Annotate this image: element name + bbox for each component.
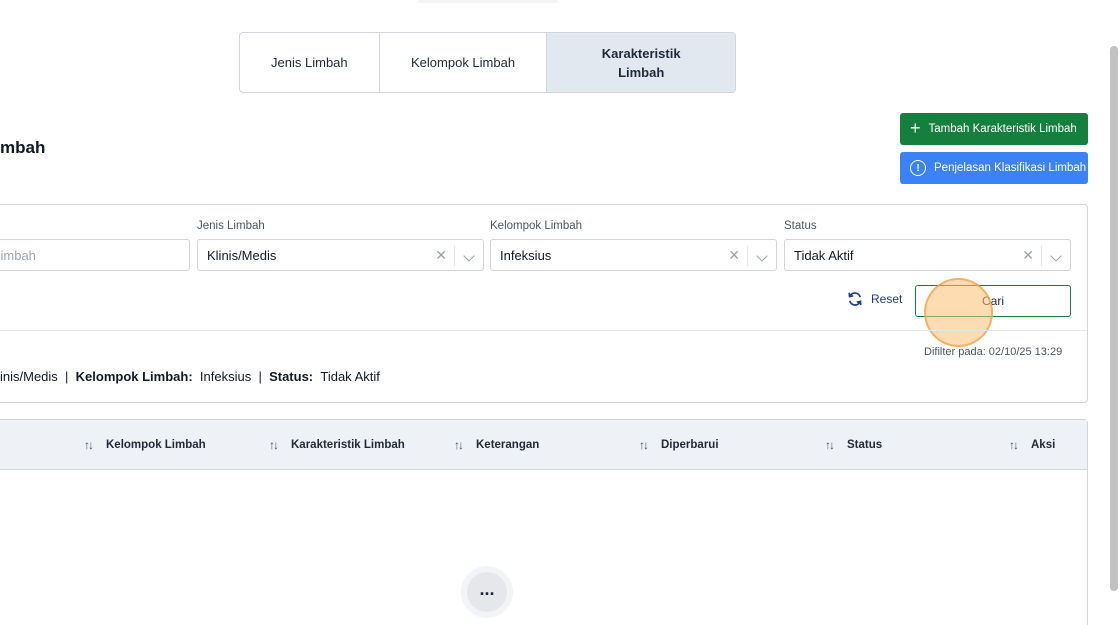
column-aksi[interactable]: ↑↓ Aksi — [1009, 438, 1055, 452]
kelompok-limbah-value: Infeksius — [500, 247, 552, 263]
active-filter-summary: inis/Medis | Kelompok Limbah: Infeksius … — [0, 369, 380, 384]
column-label: Aksi — [1031, 439, 1056, 451]
page-title: mbah — [0, 138, 46, 157]
summary-status-key: Status: — [269, 369, 314, 384]
clear-icon[interactable]: ✕ — [1022, 247, 1034, 264]
jenis-limbah-value: Klinis/Medis — [207, 247, 277, 263]
column-label: Karakteristik Limbah — [291, 439, 405, 451]
chevron-down-icon[interactable] — [756, 250, 768, 262]
column-status[interactable]: ↑↓ Status — [825, 438, 882, 452]
column-karakteristik-limbah[interactable]: ↑↓ Karakteristik Limbah — [269, 438, 405, 452]
plus-icon: + — [910, 118, 921, 138]
jenis-limbah-select[interactable]: Klinis/Medis ✕ — [197, 239, 484, 271]
tab-label: Karakteristik Limbah — [601, 45, 681, 80]
column-label: Status — [847, 439, 883, 451]
kelompok-limbah-select[interactable]: Infeksius ✕ — [490, 239, 777, 271]
sort-arrows-icon[interactable]: ↑↓ — [454, 438, 464, 452]
sort-arrows-icon[interactable]: ↑↓ — [825, 438, 835, 452]
status-value: Tidak Aktif — [794, 247, 854, 263]
column-label: Keterangan — [476, 439, 540, 451]
column-keterangan[interactable]: ↑↓ Keterangan — [454, 438, 539, 452]
search-button[interactable]: Cari — [915, 285, 1071, 317]
refresh-icon — [848, 292, 862, 306]
column-diperbarui[interactable]: ↑↓ Diperbarui — [639, 438, 719, 452]
top-indicator — [418, 0, 558, 3]
add-button-label: Tambah Karakteristik Limbah — [928, 123, 1077, 135]
add-characteristic-button[interactable]: + Tambah Karakteristik Limbah — [900, 113, 1088, 145]
clear-icon[interactable]: ✕ — [435, 247, 447, 264]
search-input[interactable]: tik limbah — [0, 239, 190, 271]
info-button-label: Penjelasan Klasifikasi Limbah — [934, 162, 1087, 174]
reset-label: Reset — [871, 292, 903, 306]
column-kelompok-limbah[interactable]: ↑↓ Kelompok Limbah — [84, 438, 206, 452]
select-separator — [1041, 246, 1042, 266]
search-placeholder: tik limbah — [0, 247, 36, 263]
sort-arrows-icon[interactable]: ↑↓ — [269, 438, 279, 452]
select-separator — [747, 246, 748, 266]
status-label: Status — [784, 220, 817, 232]
jenis-limbah-label: Jenis Limbah — [197, 220, 265, 232]
column-label: Diperbarui — [661, 439, 719, 451]
summary-status-value: Tidak Aktif — [320, 369, 380, 384]
table-header: ↑↓ Kelompok Limbah ↑↓ Karakteristik Limb… — [0, 420, 1087, 470]
sort-arrows-icon[interactable]: ↑↓ — [639, 438, 649, 452]
data-table: ↑↓ Kelompok Limbah ↑↓ Karakteristik Limb… — [0, 419, 1088, 625]
tab-label: Jenis Limbah — [271, 55, 348, 70]
summary-separator: | — [65, 369, 69, 384]
sort-arrows-icon[interactable]: ↑↓ — [84, 438, 94, 452]
chevron-down-icon[interactable] — [463, 250, 475, 262]
status-select[interactable]: Tidak Aktif ✕ — [784, 239, 1071, 271]
filtered-at-text: Difilter pada: 02/10/25 13:29 — [924, 346, 1063, 358]
clear-icon[interactable]: ✕ — [728, 247, 740, 264]
column-label: Kelompok Limbah — [106, 439, 206, 451]
summary-separator: | — [258, 369, 262, 384]
summary-kelompok-value: Infeksius — [199, 369, 252, 384]
tab-jenis-limbah[interactable]: Jenis Limbah — [240, 33, 380, 92]
vertical-scrollbar[interactable] — [1110, 46, 1118, 591]
kelompok-limbah-label: Kelompok Limbah — [490, 220, 583, 232]
more-horizontal-icon: ... — [467, 572, 507, 612]
filter-divider — [0, 330, 1087, 331]
tab-karakteristik-limbah[interactable]: Karakteristik Limbah — [547, 33, 735, 92]
select-separator — [454, 246, 455, 266]
tab-kelompok-limbah[interactable]: Kelompok Limbah — [380, 33, 548, 92]
summary-kelompok-key: Kelompok Limbah: — [75, 369, 193, 384]
category-tabs: Jenis Limbah Kelompok Limbah Karakterist… — [239, 32, 736, 93]
chevron-down-icon[interactable] — [1050, 250, 1062, 262]
tab-label: Kelompok Limbah — [411, 55, 516, 70]
summary-jenis-value: inis/Medis — [0, 369, 58, 384]
more-options-button[interactable]: ... — [461, 566, 513, 618]
info-icon: ! — [910, 160, 926, 176]
search-button-label: Cari — [981, 294, 1004, 308]
classification-info-button[interactable]: ! Penjelasan Klasifikasi Limbah — [900, 152, 1088, 184]
reset-button[interactable]: Reset — [847, 291, 902, 307]
sort-arrows-icon[interactable]: ↑↓ — [1009, 438, 1019, 452]
